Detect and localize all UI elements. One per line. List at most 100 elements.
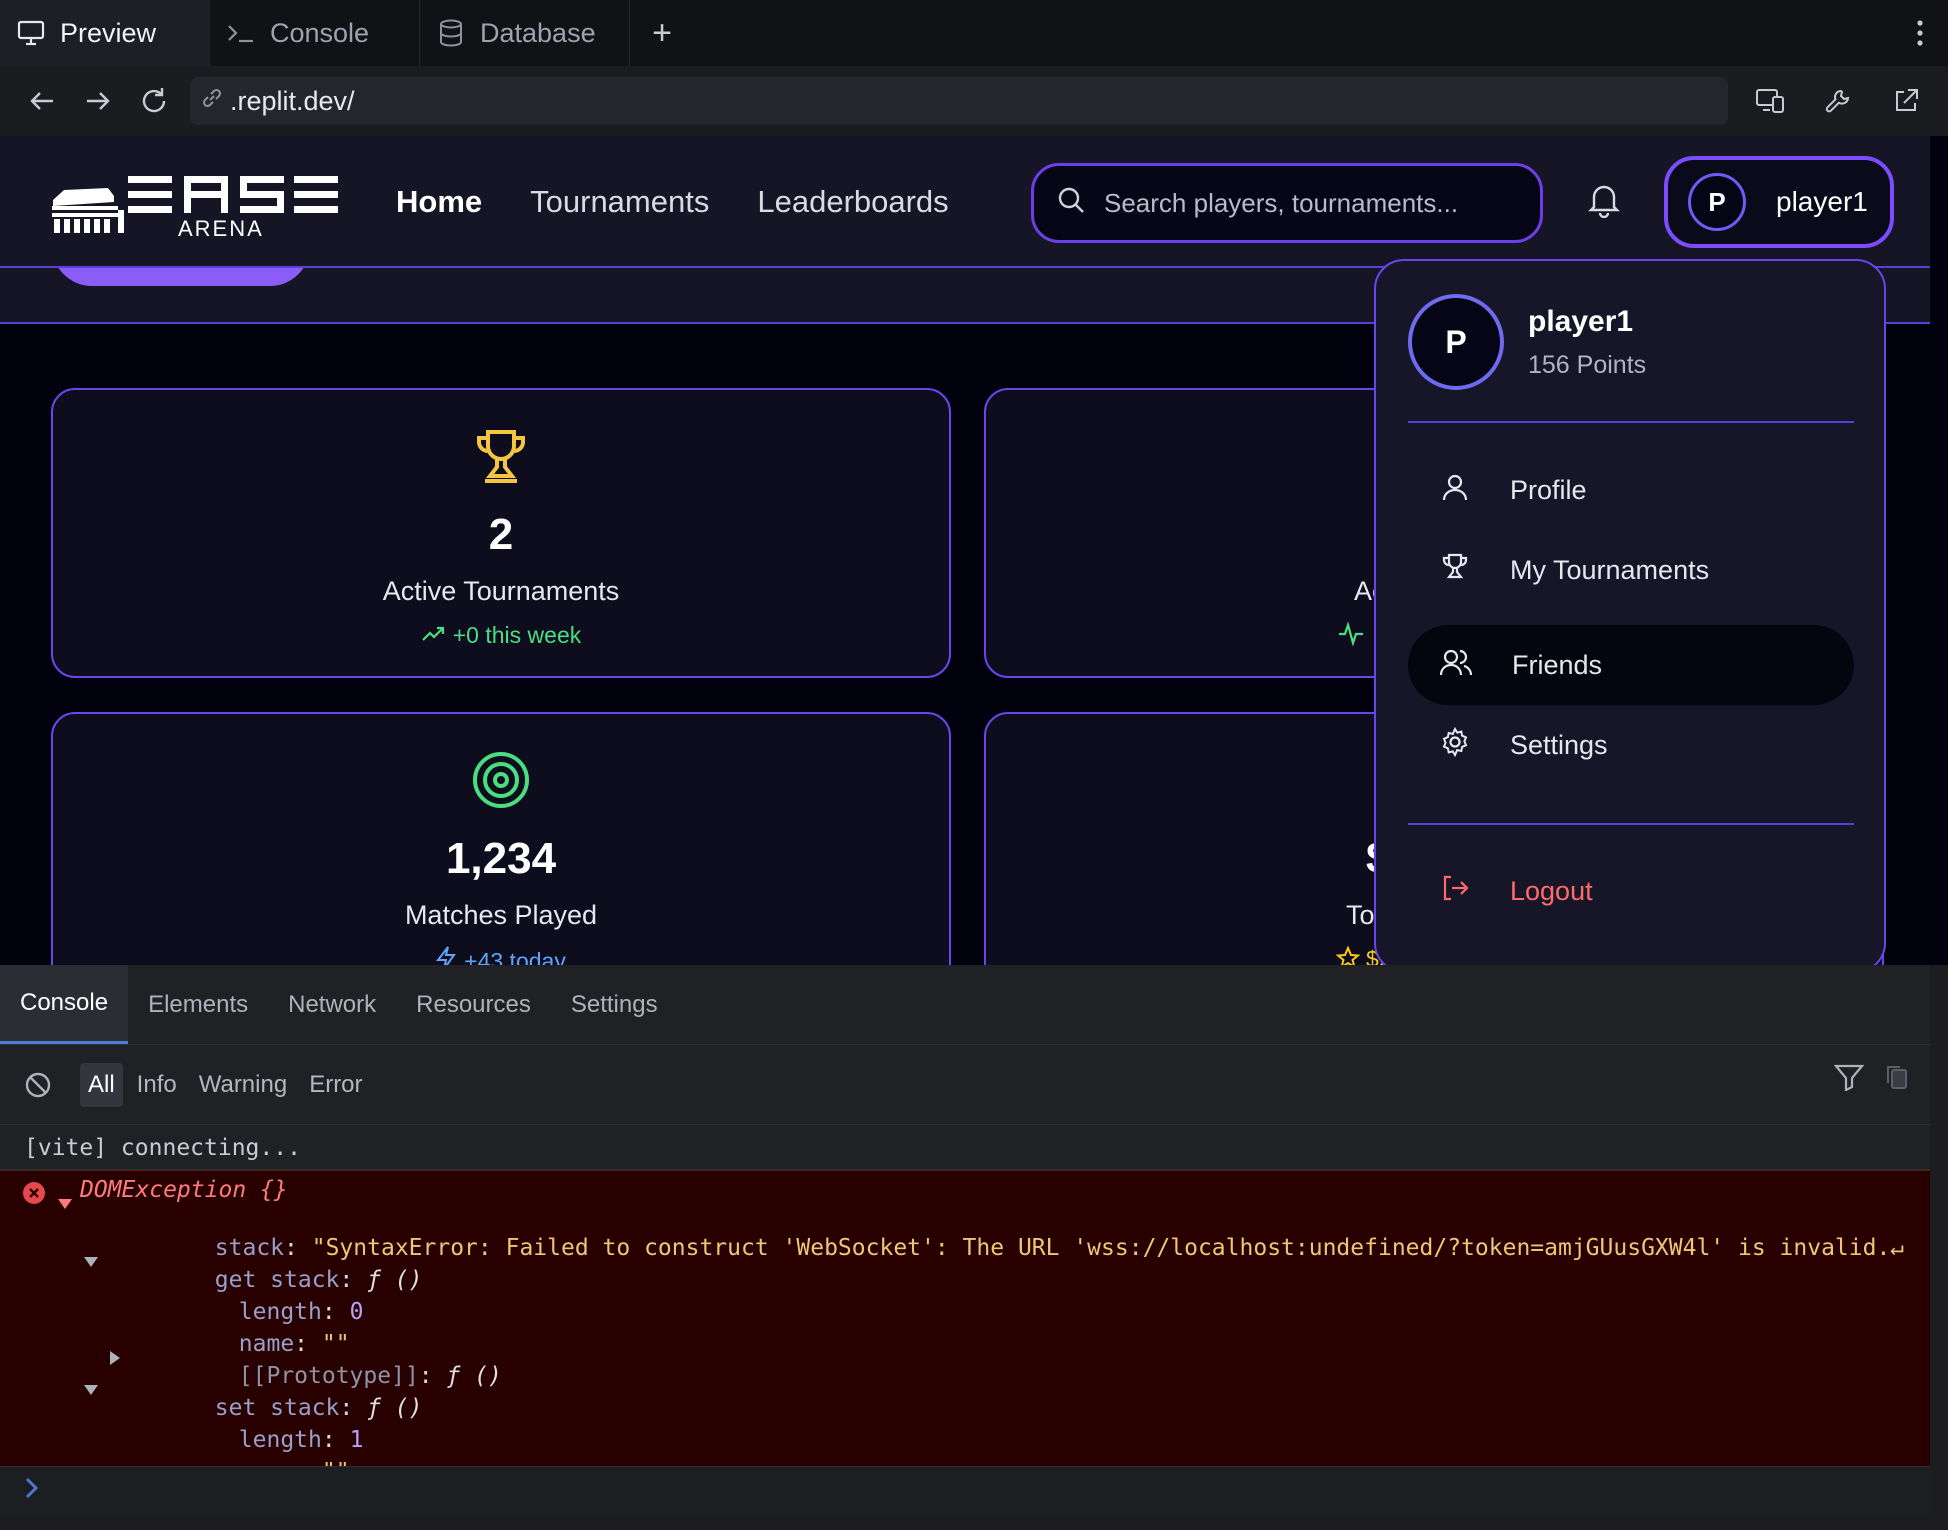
trending-up-icon [421, 622, 445, 649]
user-dropdown-menu: P player1 156 Points Profile My Tourname… [1374, 259, 1886, 965]
filter-error[interactable]: Error [301, 1063, 370, 1107]
menu-item-label: Friends [1512, 649, 1603, 680]
filter-info[interactable]: Info [129, 1063, 185, 1107]
forward-arrow-icon[interactable] [70, 73, 126, 129]
filter-icon[interactable] [1833, 1063, 1865, 1096]
menu-item-settings[interactable]: Settings [1408, 705, 1854, 785]
database-icon [436, 18, 466, 48]
console-filter-bar: All Info Warning Error [0, 1045, 1930, 1125]
logout-icon [1440, 873, 1470, 910]
console-input[interactable] [0, 1466, 1930, 1514]
dropdown-user-name: player1 [1528, 305, 1634, 338]
stat-delta: +43 today [53, 946, 949, 965]
fn-signature: ƒ () [446, 1363, 502, 1389]
dropdown-divider [1408, 421, 1854, 423]
menu-item-label: My Tournaments [1510, 554, 1710, 585]
copy-icon[interactable] [1884, 1063, 1910, 1096]
devtools-tab-elements[interactable]: Elements [128, 965, 268, 1044]
devtools-panel: Console Elements Network Resources Setti… [0, 965, 1930, 1514]
new-tab-button[interactable]: + [630, 0, 694, 66]
main-nav: Home Tournaments Leaderboards [396, 184, 949, 220]
stat-value: 2 [488, 510, 514, 559]
nav-home-link[interactable]: Home [396, 184, 482, 220]
devtools-tab-console[interactable]: Console [0, 965, 129, 1044]
search-icon [1056, 185, 1086, 222]
menu-item-label: Profile [1510, 474, 1587, 505]
search-placeholder: Search players, tournaments... [1104, 187, 1459, 218]
terminal-icon [226, 18, 256, 48]
length-value: 0 [349, 1299, 364, 1325]
filter-warning[interactable]: Warning [191, 1063, 295, 1107]
fn-signature: ƒ () [367, 1395, 423, 1421]
url-text: .replit.dev/ [230, 85, 355, 116]
user-menu-button[interactable]: P player1 [1664, 156, 1894, 248]
devtools-tab-settings[interactable]: Settings [551, 965, 678, 1044]
collapsed-arrow-icon[interactable] [110, 1345, 120, 1371]
dropdown-user-points: 156 Points [1528, 351, 1647, 379]
star-icon [1335, 945, 1361, 965]
stat-label: To [1346, 900, 1375, 930]
tab-preview-label: Preview [60, 17, 157, 48]
prompt-chevron-icon [22, 1478, 42, 1507]
stat-label: Active Tournaments [382, 576, 620, 606]
url-bar: .replit.dev/ [0, 66, 1948, 136]
expand-arrow-icon[interactable] [84, 1375, 98, 1401]
tab-preview[interactable]: Preview [0, 0, 210, 66]
tab-database[interactable]: Database [420, 0, 630, 66]
expand-arrow-icon[interactable] [84, 1247, 98, 1273]
dropdown-avatar: P [1408, 294, 1504, 390]
notification-bell-icon[interactable] [1588, 182, 1624, 222]
error-icon [22, 1181, 46, 1211]
logo-subtitle: ARENA [178, 216, 264, 241]
url-field[interactable]: .replit.dev/ [190, 77, 1728, 125]
stat-card-active-tournaments: 2 Active Tournaments +0 this week [51, 388, 951, 678]
tab-console-label: Console [270, 17, 370, 48]
clear-console-icon[interactable] [24, 1071, 52, 1099]
lightning-icon [436, 946, 457, 965]
activity-icon [1338, 621, 1364, 651]
reload-icon[interactable] [126, 73, 182, 129]
ease-arena-logo[interactable]: ARENA [50, 166, 340, 246]
stat-value: 1,234 [445, 834, 557, 883]
more-options-icon[interactable] [1892, 0, 1948, 66]
filter-all[interactable]: All [80, 1062, 123, 1107]
menu-item-friends[interactable]: Friends [1408, 625, 1854, 705]
tab-console[interactable]: Console [210, 0, 420, 66]
devtools-tab-resources[interactable]: Resources [396, 965, 551, 1044]
target-icon [471, 750, 531, 815]
console-log-entry: [vite] connecting... [0, 1125, 1930, 1170]
console-error-entry[interactable]: DOMException {} stack: "SyntaxError: Fai… [0, 1170, 1930, 1485]
workspace-tab-bar: Preview Console Database + [0, 0, 1948, 66]
error-title: DOMException {} [80, 1177, 288, 1203]
nav-tournaments-link[interactable]: Tournaments [530, 184, 709, 220]
wrench-icon[interactable] [1810, 73, 1866, 129]
menu-item-my-tournaments[interactable]: My Tournaments [1408, 530, 1854, 610]
avatar: P [1688, 173, 1746, 231]
devtools-tab-network[interactable]: Network [268, 965, 396, 1044]
back-arrow-icon[interactable] [14, 73, 70, 129]
user-name: player1 [1776, 186, 1868, 217]
search-input[interactable]: Search players, tournaments... [1031, 163, 1543, 243]
trophy-icon [471, 426, 531, 491]
stat-delta-text: +0 this week [452, 622, 582, 648]
dropdown-divider [1408, 823, 1854, 825]
users-icon [1439, 647, 1473, 684]
monitor-icon [16, 18, 46, 48]
stack-value: "SyntaxError: Failed to construct 'WebSo… [311, 1235, 1905, 1261]
link-icon [200, 86, 224, 117]
tab-database-label: Database [480, 17, 596, 48]
trophy-icon [1440, 552, 1470, 589]
open-external-icon[interactable] [1878, 73, 1934, 129]
menu-item-profile[interactable]: Profile [1408, 450, 1854, 530]
window: Preview Console Database + .replit.dev/ … [0, 0, 1948, 1530]
length-value: 1 [349, 1427, 364, 1453]
menu-item-logout[interactable]: Logout [1408, 851, 1854, 931]
app-viewport: ARENA Home Tournaments Leaderboards Sear… [0, 136, 1948, 965]
user-icon [1440, 472, 1470, 509]
responsive-devices-icon[interactable] [1742, 73, 1798, 129]
devtools-tabs: Console Elements Network Resources Setti… [0, 965, 1930, 1045]
nav-leaderboards-link[interactable]: Leaderboards [757, 184, 948, 220]
menu-item-label: Logout [1510, 875, 1593, 906]
expand-arrow-icon[interactable] [58, 1189, 72, 1215]
stat-card-matches-played: 1,234 Matches Played +43 today [51, 712, 951, 965]
